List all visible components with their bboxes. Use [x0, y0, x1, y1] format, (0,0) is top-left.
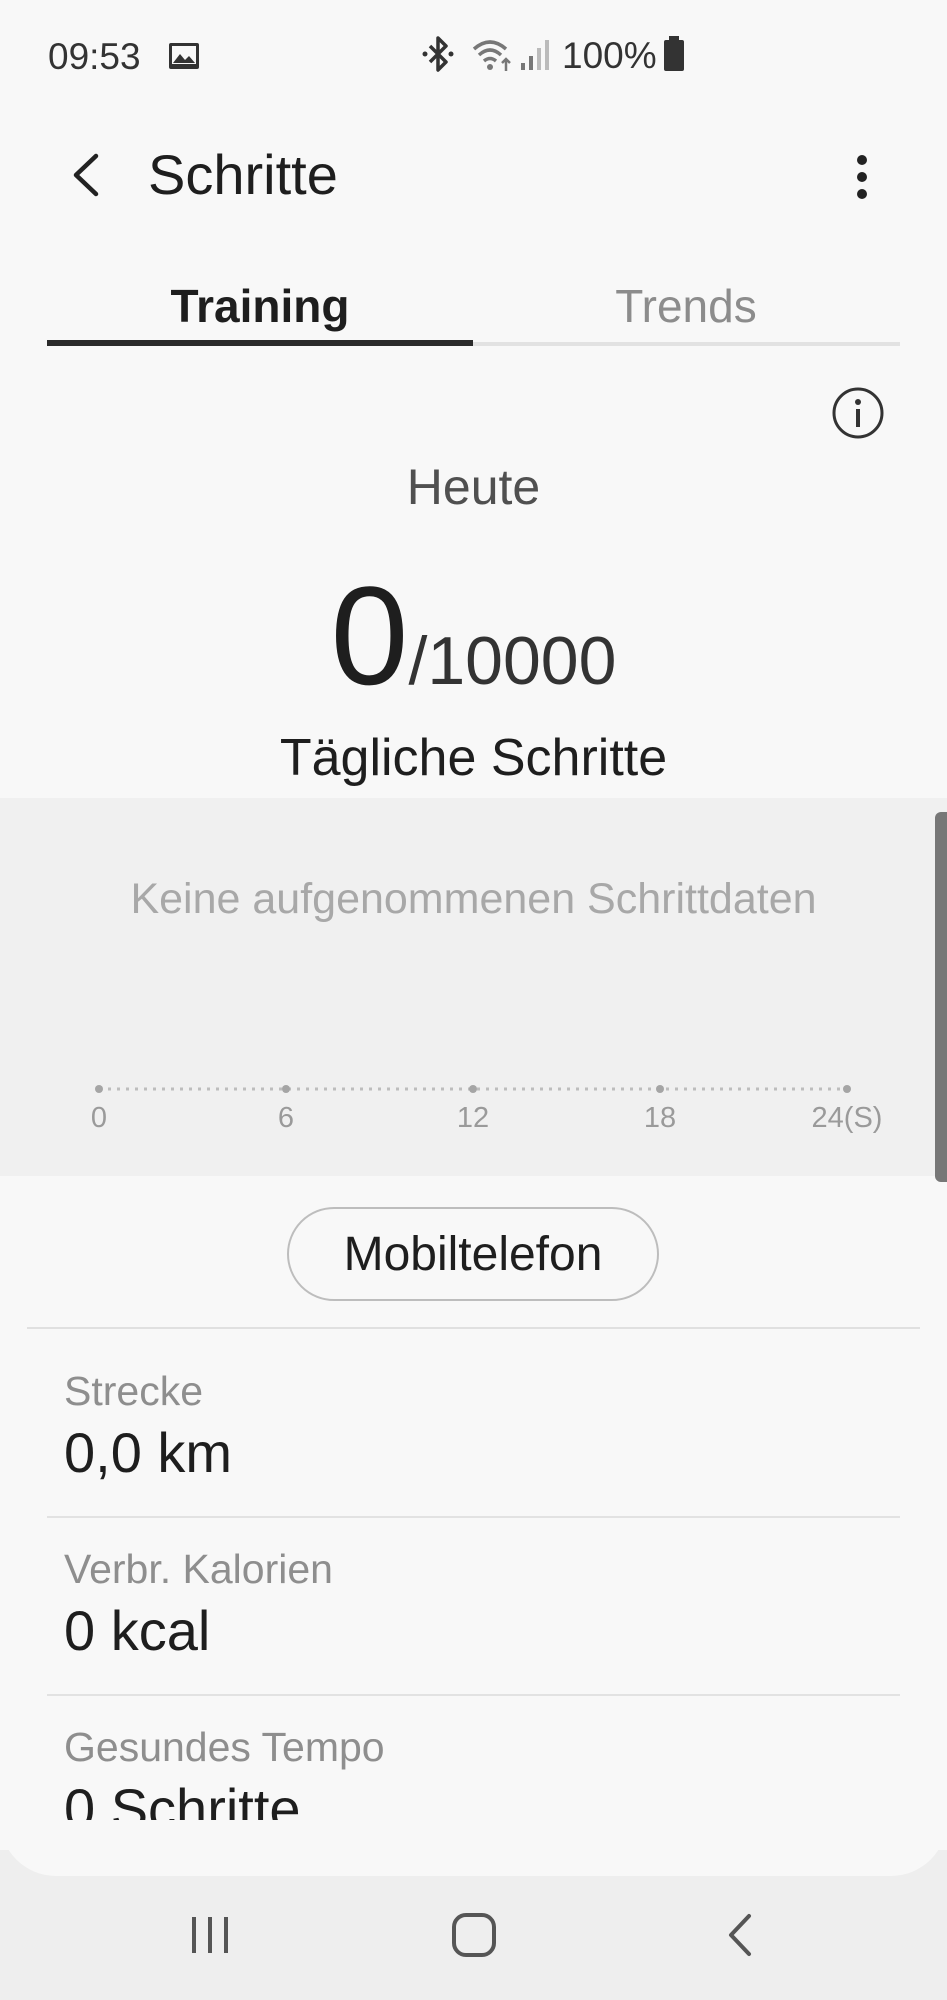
stat-label: Verbr. Kalorien: [64, 1546, 333, 1592]
daily-steps-label: Tägliche Schritte: [279, 729, 668, 787]
battery-percentage: 100%: [562, 35, 657, 76]
recents-icon[interactable]: [160, 1900, 260, 1970]
image-icon: [168, 42, 200, 70]
divider: [27, 1327, 920, 1329]
steps-goal: /10000: [408, 623, 617, 699]
stat-value: 0 kcal: [64, 1599, 211, 1662]
status-bar: 09:53 100%: [0, 0, 947, 115]
stat-calories: Verbr. Kalorien 0 kcal: [47, 1518, 900, 1696]
tab-training[interactable]: Training: [47, 262, 473, 350]
status-icons: 100%: [420, 34, 685, 78]
chart-empty-message: Keine aufgenommenen Schrittdaten: [130, 875, 817, 923]
stat-label: Strecke: [64, 1368, 203, 1414]
chart-tick-label: 12: [456, 1102, 490, 1134]
wifi-icon: [470, 35, 514, 78]
scrollbar[interactable]: [935, 812, 947, 1182]
stat-distance: Strecke 0,0 km: [47, 1340, 900, 1518]
tab-active-indicator: [47, 340, 473, 346]
app-bar: Schritte: [0, 130, 947, 220]
chart-tick-label: 18: [643, 1102, 677, 1134]
tab-trends[interactable]: Trends: [473, 262, 899, 350]
steps-count: 0/10000: [0, 555, 947, 717]
stat-label: Gesundes Tempo: [64, 1724, 385, 1770]
battery-icon: [663, 35, 685, 77]
home-icon[interactable]: [424, 1900, 524, 1970]
steps-current: 0: [330, 557, 409, 714]
source-device-button[interactable]: Mobiltelefon: [287, 1207, 659, 1301]
signal-icon: [520, 37, 550, 76]
info-icon[interactable]: [830, 385, 886, 441]
page-title: Schritte: [148, 143, 338, 206]
more-vertical-icon[interactable]: [842, 142, 882, 212]
status-time: 09:53: [48, 36, 141, 77]
chart-tick-label: 0: [90, 1102, 108, 1134]
content-card-bottom: [0, 1820, 947, 1876]
back-icon[interactable]: [690, 1900, 790, 1970]
stat-value: 0,0 km: [64, 1421, 233, 1484]
chart-tick-label: 6: [277, 1102, 295, 1134]
back-arrow-icon[interactable]: [55, 140, 115, 210]
period-label: Heute: [406, 459, 541, 515]
chart-tick-label: 24(S): [811, 1102, 883, 1134]
bluetooth-icon: [420, 34, 456, 79]
tab-bar: Training Trends: [47, 262, 900, 350]
